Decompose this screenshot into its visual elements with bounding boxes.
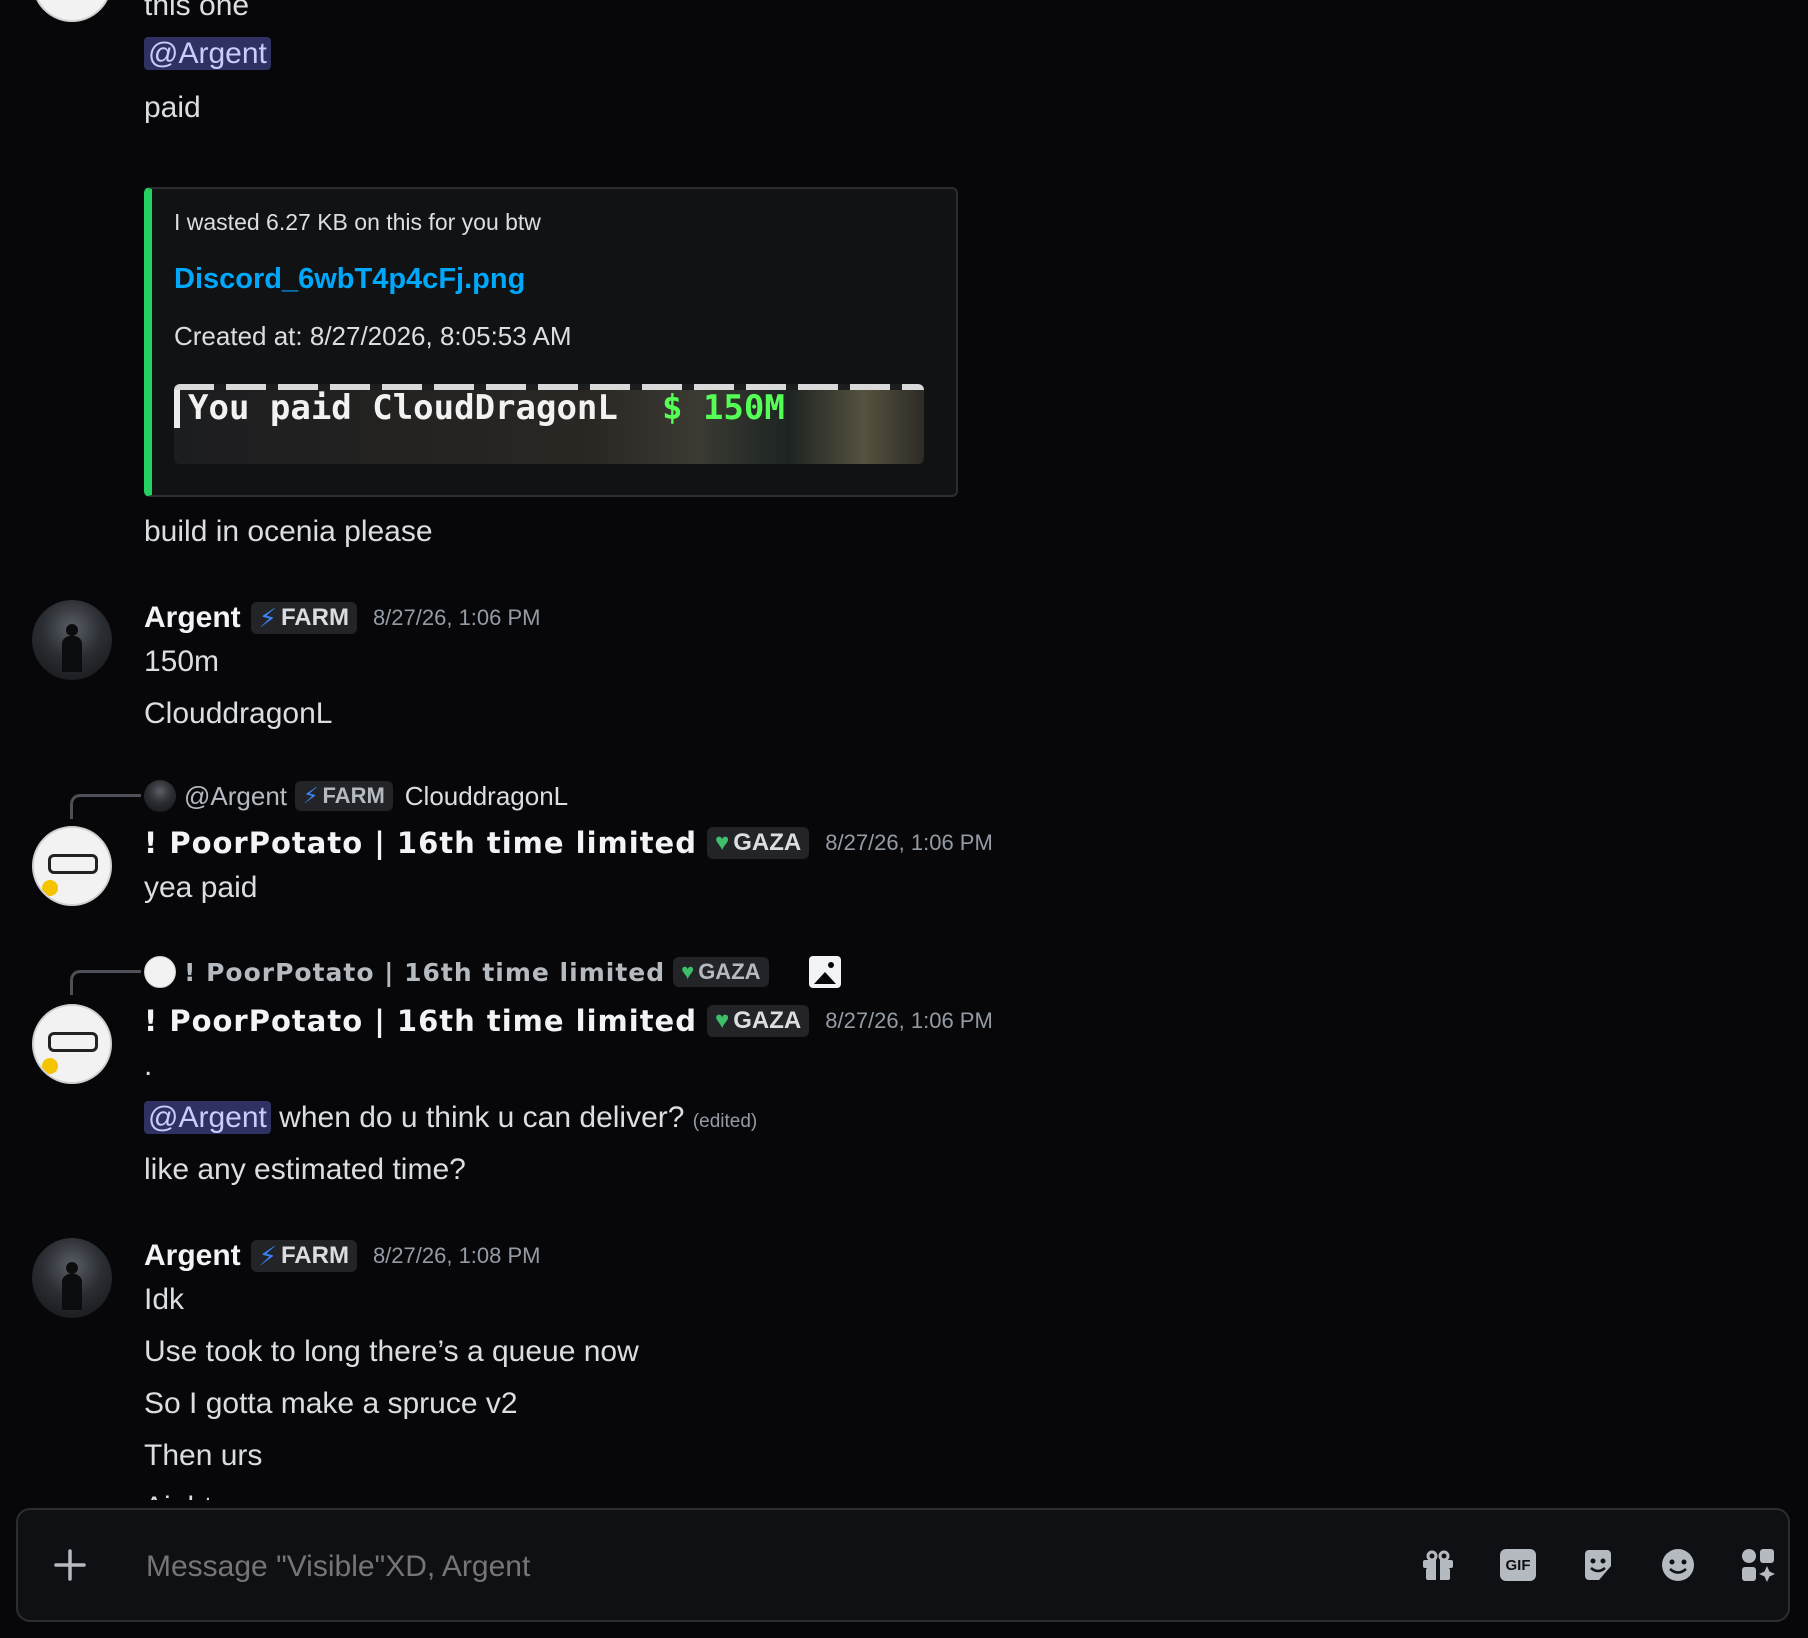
reply-role-tag: ♥ GAZA <box>673 957 769 987</box>
message-line: this one <box>144 0 250 22</box>
tag-label: GAZA <box>698 959 761 984</box>
image-caption: You paid CloudDragonL <box>188 388 618 428</box>
sticker-icon[interactable] <box>1578 1545 1618 1585</box>
emoji-icon[interactable] <box>1658 1545 1698 1585</box>
reply-preview[interactable]: ! PoorPotato | 16th time limited ♥ GAZA <box>144 956 841 988</box>
lightning-icon: ⚡ <box>258 1240 277 1271</box>
message-line: yea paid <box>144 871 258 904</box>
apps-icon[interactable] <box>1738 1545 1778 1585</box>
username[interactable]: Argent <box>144 600 241 636</box>
role-tag-farm[interactable]: ⚡ FARM <box>250 602 357 634</box>
image-icon <box>808 956 841 988</box>
reply-content: ClouddragonL <box>404 780 569 811</box>
username[interactable]: ! PoorPotato | 16th time limited <box>144 826 697 860</box>
timestamp[interactable]: 8/27/26, 1:06 PM <box>825 830 993 856</box>
mention-chip[interactable]: @Argent <box>144 37 271 70</box>
tag-label: FARM <box>280 604 349 631</box>
heart-icon: ♥ <box>714 829 730 856</box>
embed-author: I wasted 6.27 KB on this for you btw <box>174 209 541 235</box>
reply-username[interactable]: ! PoorPotato | 16th time limited <box>184 958 665 987</box>
image-cursor <box>174 390 180 428</box>
heart-icon: ♥ <box>714 1007 730 1034</box>
mention-chip[interactable]: @Argent <box>144 1101 271 1134</box>
tag-label: FARM <box>280 1242 349 1269</box>
message-line: Idk <box>144 1283 185 1316</box>
tag-label: GAZA <box>733 829 802 856</box>
timestamp[interactable]: 8/27/26, 1:06 PM <box>373 605 541 631</box>
message-line: paid <box>144 91 201 124</box>
gif-icon[interactable]: GIF <box>1498 1545 1538 1585</box>
username[interactable]: ! PoorPotato | 16th time limited <box>144 1004 697 1038</box>
avatar-poorpotato[interactable] <box>32 826 112 906</box>
reply-role-tag: ⚡ FARM <box>295 781 393 811</box>
gift-icon[interactable] <box>1418 1545 1458 1585</box>
reply-preview[interactable]: @Argent ⚡ FARM ClouddragonL <box>144 780 568 812</box>
avatar-argent[interactable] <box>32 600 112 680</box>
reply-connector <box>70 970 141 995</box>
role-tag-farm[interactable]: ⚡ FARM <box>250 1240 357 1272</box>
username[interactable]: Argent <box>144 1238 241 1274</box>
message-header: ! PoorPotato | 16th time limited ♥ GAZA … <box>144 1004 993 1038</box>
timestamp[interactable]: 8/27/26, 1:08 PM <box>373 1243 541 1269</box>
avatar-argent[interactable] <box>32 1238 112 1318</box>
embed-image[interactable]: You paid CloudDragonL $ 150M <box>174 384 924 464</box>
role-tag-gaza[interactable]: ♥ GAZA <box>706 827 810 859</box>
gif-label: GIF <box>1505 1556 1531 1574</box>
image-amount: $ 150M <box>662 388 785 428</box>
role-tag-gaza[interactable]: ♥ GAZA <box>706 1005 810 1037</box>
message-line: 150m <box>144 645 220 678</box>
mention-argent[interactable]: @Argent <box>144 36 271 72</box>
message-line: Use took to long there’s a queue now <box>144 1335 639 1368</box>
plus-icon[interactable] <box>50 1545 90 1585</box>
message-header: Argent ⚡ FARM 8/27/26, 1:08 PM <box>144 1238 541 1274</box>
message-line: So I gotta make a spruce v2 <box>144 1387 518 1420</box>
message-header: ! PoorPotato | 16th time limited ♥ GAZA … <box>144 826 993 860</box>
embed-created-at: Created at: 8/27/2026, 8:05:53 AM <box>174 321 572 351</box>
message-line-mention: @Argent when do u think u can deliver? (… <box>144 1100 757 1140</box>
message-input[interactable] <box>144 1538 1348 1596</box>
message-line: Then urs <box>144 1439 263 1472</box>
message-composer: GIF <box>16 1508 1790 1622</box>
embed-title-link[interactable]: Discord_6wbT4p4cFj.png <box>174 263 525 296</box>
reply-username[interactable]: @Argent <box>184 781 287 812</box>
reply-avatar <box>144 956 176 988</box>
reply-avatar <box>144 780 176 812</box>
message-line: . <box>144 1049 153 1082</box>
tag-label: FARM <box>322 783 385 808</box>
message-line: build in ocenia please <box>144 515 433 548</box>
message-line: ClouddragonL <box>144 697 333 730</box>
edited-label: (edited) <box>692 1111 758 1132</box>
heart-icon: ♥ <box>681 959 695 984</box>
lightning-icon: ⚡ <box>303 783 319 808</box>
avatar-poorpotato[interactable] <box>32 1004 112 1084</box>
message-line: like any estimated time? <box>144 1153 466 1186</box>
message-header: Argent ⚡ FARM 8/27/26, 1:06 PM <box>144 600 541 636</box>
reply-connector <box>70 794 141 819</box>
embed-card: I wasted 6.27 KB on this for you btw Dis… <box>144 187 958 497</box>
message-text: when do u think u can deliver? <box>270 1101 685 1134</box>
timestamp[interactable]: 8/27/26, 1:06 PM <box>825 1008 993 1034</box>
avatar-poorpotato-top[interactable] <box>32 0 112 22</box>
tag-label: GAZA <box>733 1007 802 1034</box>
lightning-icon: ⚡ <box>258 602 277 633</box>
